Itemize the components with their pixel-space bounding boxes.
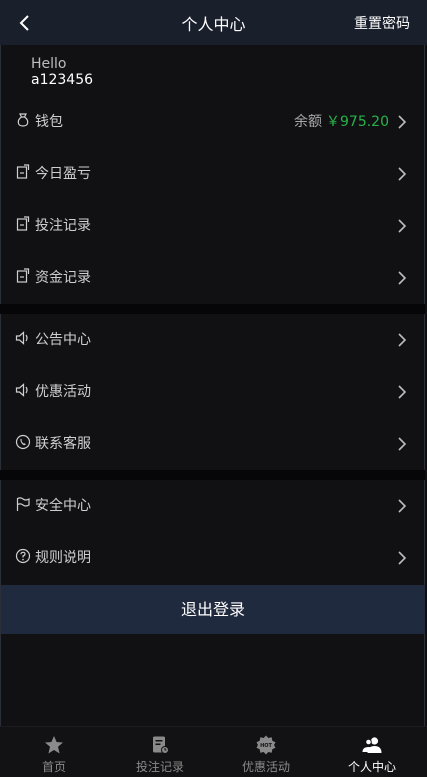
tab-home[interactable]: 首页 (1, 727, 107, 777)
menu-item-label: 今日盈亏 (35, 166, 91, 182)
chevron-right-icon (398, 167, 407, 181)
phone-icon (15, 434, 31, 450)
wallet-row[interactable]: 钱包 余额 ￥975.20 (0, 96, 425, 148)
tab-label: 个人中心 (347, 760, 396, 774)
chevron-right-icon (398, 437, 407, 451)
chevron-right-icon (398, 115, 407, 129)
menu-item-promotions[interactable]: 优惠活动 (0, 366, 425, 418)
menu-item-label: 优惠活动 (35, 384, 91, 400)
section-divider (0, 470, 425, 480)
balance-amount: ￥975.20 (326, 114, 389, 130)
star-icon (45, 736, 63, 754)
section-divider (0, 304, 425, 314)
reset-password-button[interactable]: 重置密码 (354, 13, 410, 33)
menu-item-today-profit[interactable]: 今日盈亏 (0, 148, 425, 200)
menu-item-fund-records[interactable]: 资金记录 (0, 252, 425, 304)
balance-display: 余额 ￥975.20 (294, 111, 389, 131)
chevron-right-icon (398, 333, 407, 347)
menu-item-label: 资金记录 (35, 270, 91, 286)
balance-label: 余额 (294, 114, 322, 130)
money-bag-icon (17, 113, 29, 127)
document-icon (153, 736, 169, 754)
flag-icon (16, 497, 30, 511)
chevron-right-icon (398, 219, 407, 233)
menu-item-label: 公告中心 (35, 332, 91, 348)
tab-label: 首页 (41, 760, 66, 774)
tab-personal-center[interactable]: 个人中心 (319, 727, 425, 777)
menu-item-bet-records[interactable]: 投注记录 (0, 200, 425, 252)
question-icon (15, 548, 31, 564)
menu-item-security-center[interactable]: 安全中心 (0, 480, 425, 532)
menu-item-label: 联系客服 (35, 436, 91, 452)
wallet-label: 钱包 (35, 114, 63, 130)
chevron-right-icon (398, 551, 407, 565)
bottom-tab-bar: 首页 投注记录 HOT 优惠活动 个人中心 (0, 726, 427, 777)
speaker-icon (15, 383, 28, 397)
tab-bet-records[interactable]: 投注记录 (107, 727, 213, 777)
clipboard-icon (16, 268, 30, 283)
tab-label: 投注记录 (135, 760, 184, 774)
tab-promotions[interactable]: HOT 优惠活动 (213, 727, 319, 777)
logout-button[interactable]: 退出登录 (1, 585, 425, 634)
tab-label: 优惠活动 (241, 760, 290, 774)
users-icon (362, 737, 382, 753)
chevron-right-icon (398, 499, 407, 513)
menu-item-label: 投注记录 (35, 218, 91, 234)
chevron-right-icon (398, 271, 407, 285)
menu-item-label: 安全中心 (35, 498, 91, 514)
svg-text:HOT: HOT (260, 743, 272, 749)
speaker-icon (15, 331, 28, 345)
menu-item-customer-service[interactable]: 联系客服 (0, 418, 425, 470)
username-text: a123456 (31, 72, 94, 88)
top-bar: 个人中心 重置密码 (0, 0, 427, 45)
menu-item-rules[interactable]: 规则说明 (0, 532, 425, 584)
hot-badge-icon: HOT (256, 735, 276, 755)
greeting-text: Hello (31, 56, 67, 72)
menu-item-announcements[interactable]: 公告中心 (0, 314, 425, 366)
clipboard-icon (16, 164, 30, 179)
menu-item-label: 规则说明 (35, 550, 91, 566)
clipboard-icon (16, 216, 30, 231)
chevron-right-icon (398, 385, 407, 399)
